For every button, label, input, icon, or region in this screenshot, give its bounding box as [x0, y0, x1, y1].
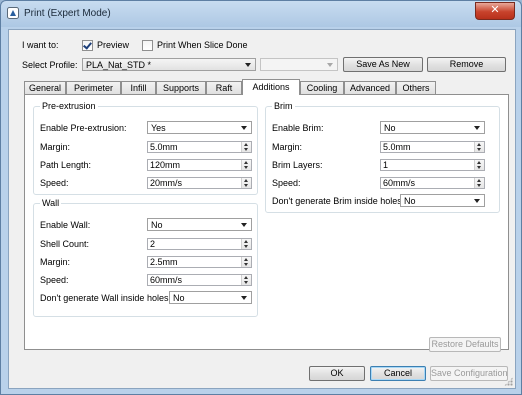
tab-supports[interactable]: Supports: [156, 81, 206, 94]
title-bar[interactable]: Print (Expert Mode) ✕: [1, 1, 521, 27]
spin-arrows-icon[interactable]: [474, 142, 484, 152]
enable-wall-select[interactable]: No: [147, 218, 252, 231]
enable-pre-extrusion-select[interactable]: Yes: [147, 121, 252, 134]
tab-raft[interactable]: Raft: [206, 81, 242, 94]
brim-inside-holes-value: No: [404, 196, 416, 206]
ok-button[interactable]: OK: [309, 366, 365, 381]
save-configuration-button[interactable]: Save Configuration: [430, 366, 508, 381]
spin-arrows-icon[interactable]: [241, 142, 251, 152]
window-title: Print (Expert Mode): [24, 8, 111, 19]
pre-extrusion-margin-label: Margin:: [40, 142, 71, 152]
brim-layers-label: Brim Layers:: [272, 160, 323, 170]
wall-inside-holes-label: Don't generate Wall inside holes:: [40, 293, 171, 303]
wall-inside-holes-select[interactable]: No: [169, 291, 252, 304]
dialog-client-area: I want to: Preview Print When Slice Done…: [8, 29, 516, 389]
path-length-label: Path Length:: [40, 160, 92, 170]
profile-select[interactable]: PLA_Nat_STD *: [82, 58, 256, 71]
brim-margin-label: Margin:: [272, 142, 303, 152]
pre-extrusion-group-title: Pre-extrusion: [40, 101, 98, 111]
chevron-down-icon: [474, 199, 480, 203]
wall-margin-label: Margin:: [40, 257, 71, 267]
chevron-down-icon: [241, 126, 247, 130]
pre-extrusion-speed-spinner[interactable]: 20mm/s: [147, 177, 252, 189]
print-dialog-window: Print (Expert Mode) ✕ I want to: Preview…: [0, 0, 522, 395]
select-profile-label: Select Profile:: [22, 60, 78, 70]
brim-speed-value: 60mm/s: [383, 178, 416, 188]
wall-speed-value: 60mm/s: [150, 275, 183, 285]
tab-general[interactable]: General: [24, 81, 66, 94]
brim-layers-value: 1: [383, 160, 389, 170]
spin-arrows-icon[interactable]: [241, 178, 251, 188]
brim-group: Brim Enable Brim: No Margin: 5.0mm Brim …: [265, 101, 500, 213]
close-button[interactable]: ✕: [475, 2, 515, 20]
wall-inside-holes-value: No: [173, 293, 185, 303]
chevron-down-icon: [327, 63, 333, 67]
pre-extrusion-speed-value: 20mm/s: [150, 178, 183, 188]
spin-arrows-icon[interactable]: [241, 160, 251, 170]
spin-arrows-icon[interactable]: [241, 239, 251, 249]
spin-arrows-icon[interactable]: [241, 275, 251, 285]
pre-extrusion-margin-spinner[interactable]: 5.0mm: [147, 141, 252, 153]
pre-extrusion-margin-value: 5.0mm: [150, 142, 178, 152]
wall-speed-spinner[interactable]: 60mm/s: [147, 274, 252, 286]
tab-perimeter[interactable]: Perimeter: [66, 81, 121, 94]
wall-margin-spinner[interactable]: 2.5mm: [147, 256, 252, 268]
pre-extrusion-speed-label: Speed:: [40, 178, 69, 188]
preview-label[interactable]: Preview: [97, 40, 129, 50]
path-length-value: 120mm: [150, 160, 181, 170]
restore-defaults-button[interactable]: Restore Defaults: [429, 337, 501, 352]
spin-arrows-icon[interactable]: [474, 178, 484, 188]
cancel-button[interactable]: Cancel: [370, 366, 426, 381]
brim-margin-value: 5.0mm: [383, 142, 411, 152]
preview-checkbox[interactable]: [82, 40, 93, 51]
remove-button[interactable]: Remove: [427, 57, 506, 72]
enable-pre-extrusion-label: Enable Pre-extrusion:: [40, 123, 127, 133]
enable-pre-extrusion-value: Yes: [151, 123, 166, 133]
enable-brim-select[interactable]: No: [380, 121, 485, 134]
spin-arrows-icon[interactable]: [474, 160, 484, 170]
shell-count-value: 2: [150, 239, 156, 249]
enable-wall-value: No: [151, 220, 163, 230]
tab-others[interactable]: Others: [396, 81, 436, 94]
brim-speed-label: Speed:: [272, 178, 301, 188]
brim-inside-holes-select[interactable]: No: [400, 194, 485, 207]
i-want-to-label: I want to:: [22, 40, 59, 50]
enable-brim-label: Enable Brim:: [272, 123, 324, 133]
wall-group: Wall Enable Wall: No Shell Count: 2 Marg…: [33, 198, 258, 317]
wall-speed-label: Speed:: [40, 275, 69, 285]
tab-cooling[interactable]: Cooling: [300, 81, 344, 94]
pre-extrusion-group: Pre-extrusion Enable Pre-extrusion: Yes …: [33, 101, 258, 195]
additions-tab-panel: Pre-extrusion Enable Pre-extrusion: Yes …: [24, 94, 509, 350]
secondary-profile-select[interactable]: [260, 58, 338, 71]
wall-margin-value: 2.5mm: [150, 257, 178, 267]
save-as-new-button[interactable]: Save As New: [343, 57, 423, 72]
brim-inside-holes-label: Don't generate Brim inside holes:: [272, 196, 405, 206]
printer-app-icon: [7, 7, 19, 19]
brim-group-title: Brim: [272, 101, 295, 111]
brim-speed-spinner[interactable]: 60mm/s: [380, 177, 485, 189]
enable-brim-value: No: [384, 123, 396, 133]
enable-wall-label: Enable Wall:: [40, 220, 91, 230]
tab-additions[interactable]: Additions: [242, 79, 300, 95]
brim-margin-spinner[interactable]: 5.0mm: [380, 141, 485, 153]
profile-select-value: PLA_Nat_STD *: [86, 60, 152, 70]
spin-arrows-icon[interactable]: [241, 257, 251, 267]
print-when-slice-done-checkbox[interactable]: [142, 40, 153, 51]
chevron-down-icon: [241, 296, 247, 300]
brim-layers-spinner[interactable]: 1: [380, 159, 485, 171]
shell-count-spinner[interactable]: 2: [147, 238, 252, 250]
tab-advanced[interactable]: Advanced: [344, 81, 396, 94]
shell-count-label: Shell Count:: [40, 239, 90, 249]
print-when-slice-done-label[interactable]: Print When Slice Done: [157, 40, 248, 50]
chevron-down-icon: [241, 223, 247, 227]
tab-infill[interactable]: Infill: [121, 81, 156, 94]
chevron-down-icon: [474, 126, 480, 130]
path-length-spinner[interactable]: 120mm: [147, 159, 252, 171]
close-icon: ✕: [490, 4, 500, 16]
chevron-down-icon: [245, 63, 251, 67]
wall-group-title: Wall: [40, 198, 62, 208]
